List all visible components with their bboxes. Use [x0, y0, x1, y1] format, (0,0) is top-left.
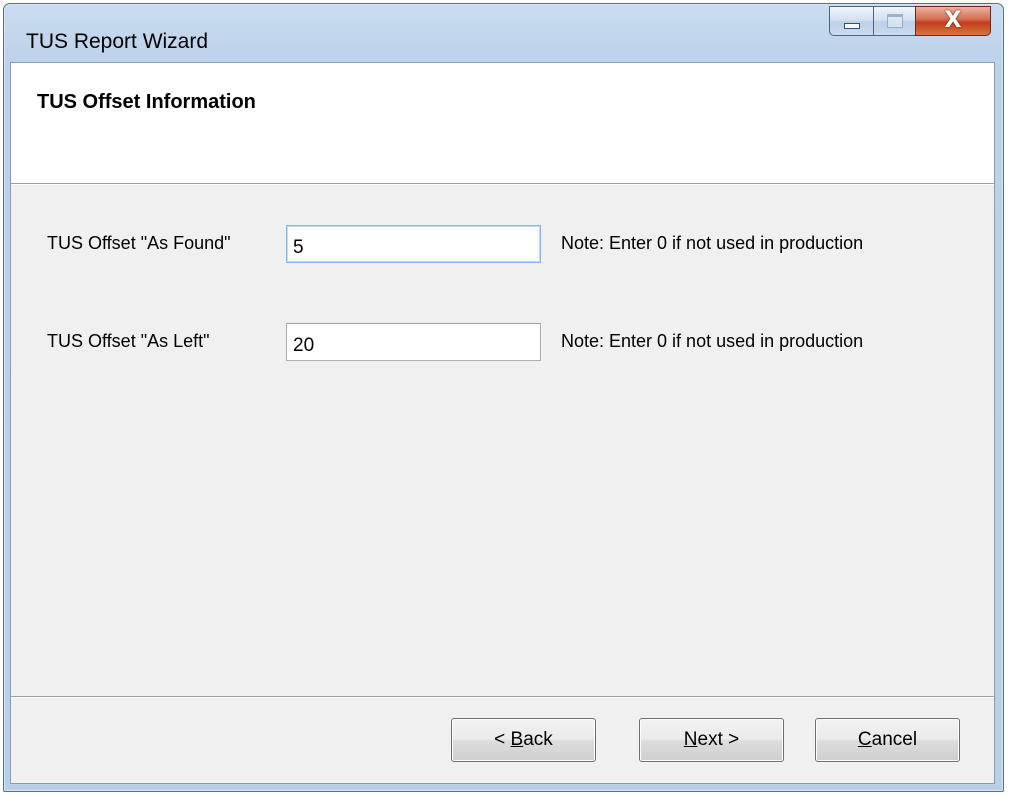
next-button-accel: N — [683, 729, 698, 750]
wizard-client-area: TUS Offset Information TUS Offset "As Fo… — [10, 62, 995, 784]
back-button[interactable]: < Back — [451, 718, 596, 762]
cancel-button[interactable]: Cancel — [815, 718, 960, 762]
footer-divider-highlight — [11, 697, 994, 698]
maximize-button — [873, 6, 915, 36]
minimize-button[interactable] — [829, 6, 873, 36]
cancel-button-rest: ancel — [871, 729, 918, 750]
header-divider — [11, 184, 994, 185]
close-button[interactable]: X — [915, 6, 991, 36]
minimize-icon — [843, 23, 860, 29]
as-found-input[interactable] — [286, 225, 541, 263]
caption-buttons: X — [829, 6, 991, 36]
wizard-header: TUS Offset Information — [11, 63, 994, 184]
next-button-rest: ext > — [697, 729, 740, 750]
close-icon: X — [944, 8, 962, 33]
window-title: TUS Report Wizard — [26, 30, 209, 53]
next-button[interactable]: Next > — [639, 718, 784, 762]
as-left-input[interactable] — [286, 323, 541, 361]
as-left-note: Note: Enter 0 if not used in production — [561, 331, 864, 351]
back-button-prefix: < — [494, 729, 511, 750]
page-title: TUS Offset Information — [37, 91, 256, 113]
cancel-button-accel: C — [857, 729, 872, 750]
back-button-rest: ack — [523, 729, 553, 750]
maximize-icon — [886, 14, 903, 28]
as-left-label: TUS Offset "As Left" — [47, 331, 210, 351]
as-found-label: TUS Offset "As Found" — [47, 233, 231, 253]
wizard-window: TUS Report Wizard X TUS Offset Informati… — [3, 3, 1004, 792]
back-button-accel: B — [510, 729, 524, 750]
as-found-note: Note: Enter 0 if not used in production — [561, 233, 864, 253]
title-bar[interactable]: TUS Report Wizard X — [4, 4, 1003, 62]
